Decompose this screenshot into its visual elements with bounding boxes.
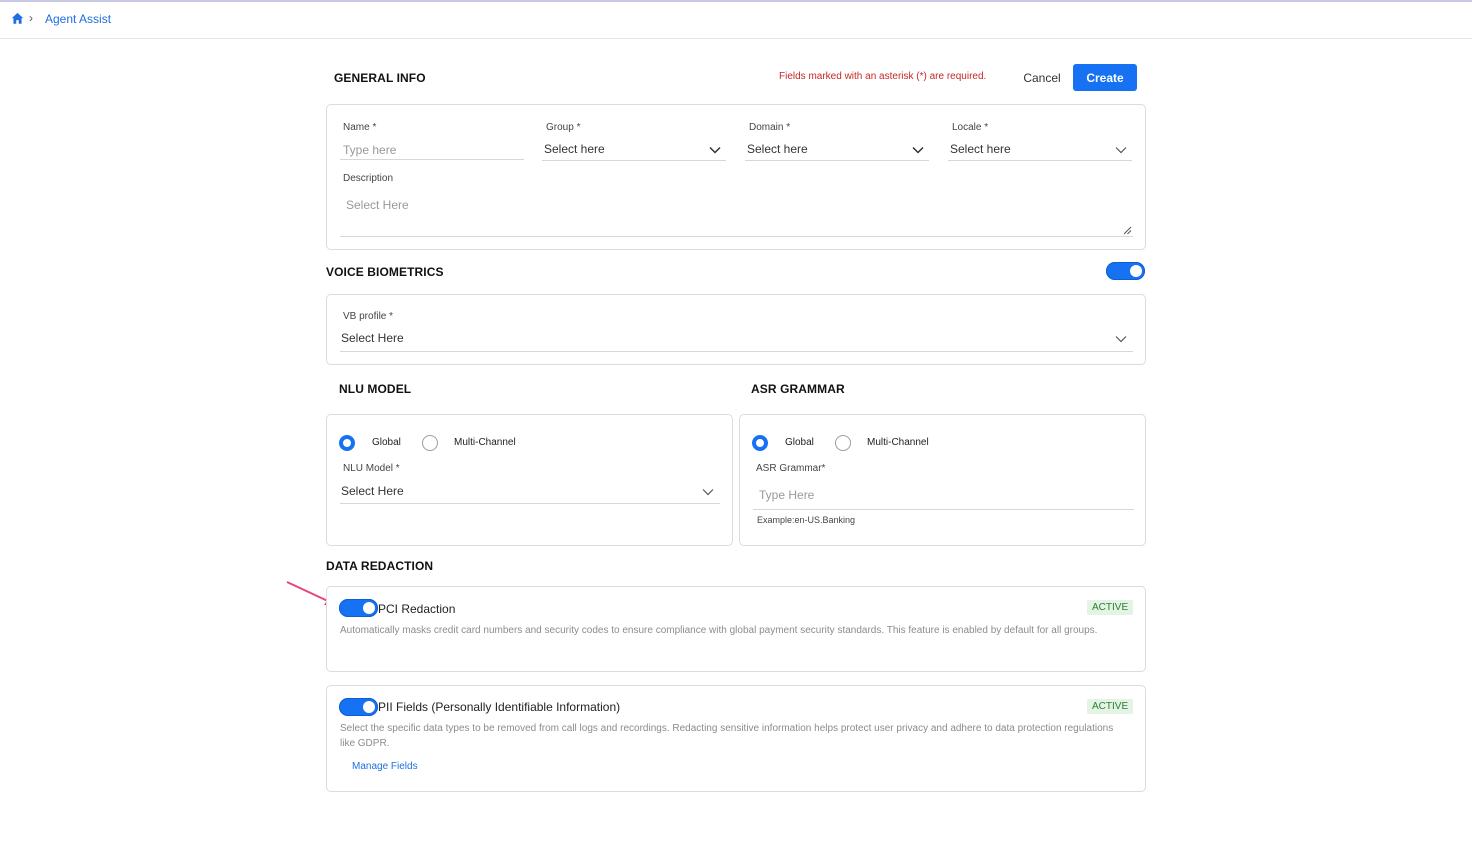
pci-redaction-description: Automatically masks credit card numbers … [340, 625, 1098, 636]
cancel-button[interactable]: Cancel [1016, 66, 1068, 90]
pii-status-badge: ACTIVE [1087, 699, 1134, 714]
asr-grammar-input[interactable]: Type Here [759, 488, 814, 502]
home-icon[interactable] [11, 12, 24, 25]
pci-redaction-title: PCI Redaction [378, 602, 456, 616]
asr-multichannel-label: Multi-Channel [867, 437, 929, 448]
asr-grammar-title: ASR GRAMMAR [751, 382, 845, 396]
nlu-model-select[interactable]: Select Here [341, 484, 404, 498]
nlu-model-underline [340, 503, 720, 504]
chevron-down-icon[interactable] [1115, 146, 1127, 154]
group-select[interactable]: Select here [544, 142, 605, 156]
nlu-model-card [326, 414, 733, 546]
voice-biometrics-title: VOICE BIOMETRICS [326, 265, 444, 279]
locale-label: Locale * [952, 122, 989, 133]
breadcrumb: › Agent Assist [0, 2, 1472, 39]
domain-select[interactable]: Select here [747, 142, 808, 156]
resize-handle-icon[interactable] [1123, 226, 1132, 235]
data-redaction-title: DATA REDACTION [326, 559, 434, 573]
pii-fields-description: Select the specific data types to be rem… [340, 723, 1114, 749]
description-textarea[interactable]: Select Here [346, 198, 409, 212]
asr-grammar-underline [753, 509, 1134, 510]
asr-global-label: Global [785, 437, 814, 448]
chevron-down-icon[interactable] [912, 146, 924, 154]
nlu-model-label: NLU Model * [343, 463, 400, 474]
nlu-multichannel-label: Multi-Channel [454, 437, 516, 448]
chevron-down-icon[interactable] [702, 488, 714, 496]
general-info-title: GENERAL INFO [334, 71, 426, 85]
vb-profile-underline [340, 351, 1133, 352]
required-note: Fields marked with an asterisk (*) are r… [779, 71, 987, 82]
asr-global-radio[interactable] [752, 435, 768, 451]
manage-fields-link[interactable]: Manage Fields [352, 761, 418, 772]
locale-select[interactable]: Select here [950, 142, 1011, 156]
group-label: Group * [546, 122, 581, 133]
asr-multichannel-radio[interactable] [835, 435, 851, 451]
pii-fields-toggle[interactable] [339, 698, 378, 716]
nlu-global-radio[interactable] [339, 435, 355, 451]
pii-fields-title: PII Fields (Personally Identifiable Info… [378, 700, 621, 714]
vb-profile-label: VB profile * [343, 311, 394, 322]
name-input[interactable]: Type here [343, 143, 396, 157]
create-button[interactable]: Create [1073, 64, 1137, 91]
name-label: Name * [343, 122, 377, 133]
locale-underline [948, 160, 1132, 161]
nlu-multichannel-radio[interactable] [422, 435, 438, 451]
voice-biometrics-card [326, 294, 1146, 365]
domain-underline [745, 160, 929, 161]
chevron-down-icon[interactable] [709, 146, 721, 154]
general-info-card [326, 104, 1146, 250]
pci-status-badge: ACTIVE [1087, 600, 1134, 615]
name-underline [340, 159, 524, 160]
description-label: Description [343, 173, 394, 184]
vb-profile-select[interactable]: Select Here [341, 331, 404, 345]
chevron-down-icon[interactable] [1115, 335, 1127, 343]
nlu-global-label: Global [372, 437, 401, 448]
asr-grammar-label: ASR Grammar* [756, 463, 826, 474]
voice-biometrics-toggle[interactable] [1106, 262, 1145, 280]
breadcrumb-agent-assist[interactable]: Agent Assist [45, 12, 111, 26]
asr-grammar-example: Example:en-US.Banking [757, 515, 856, 525]
pci-redaction-toggle[interactable] [339, 599, 378, 617]
nlu-model-title: NLU MODEL [339, 382, 412, 396]
breadcrumb-separator: › [29, 11, 33, 25]
asr-grammar-card [739, 414, 1146, 546]
domain-label: Domain * [749, 122, 791, 133]
group-underline [542, 160, 726, 161]
description-underline [340, 236, 1133, 237]
